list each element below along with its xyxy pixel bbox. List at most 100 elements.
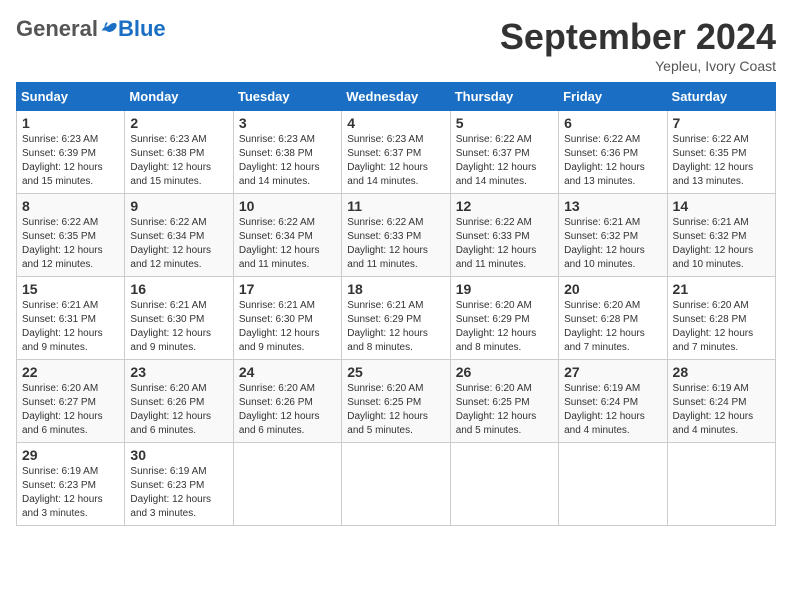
- day-info: Sunrise: 6:21 AMSunset: 6:32 PMDaylight:…: [673, 216, 770, 272]
- calendar-cell: 15 Sunrise: 6:21 AMSunset: 6:31 PMDayligh…: [17, 277, 125, 360]
- day-info: Sunrise: 6:21 AMSunset: 6:30 PMDaylight:…: [239, 299, 336, 355]
- day-number: 17: [239, 281, 336, 297]
- day-info: Sunrise: 6:20 AMSunset: 6:26 PMDaylight:…: [130, 382, 227, 438]
- logo-blue-text: Blue: [118, 16, 166, 42]
- calendar-cell: 19 Sunrise: 6:20 AMSunset: 6:29 PMDayligh…: [450, 277, 558, 360]
- day-info: Sunrise: 6:19 AMSunset: 6:23 PMDaylight:…: [22, 465, 119, 521]
- calendar-table: SundayMondayTuesdayWednesdayThursdayFrid…: [16, 82, 776, 526]
- logo: General Blue: [16, 16, 166, 42]
- day-info: Sunrise: 6:20 AMSunset: 6:28 PMDaylight:…: [673, 299, 770, 355]
- day-number: 23: [130, 364, 227, 380]
- day-number: 12: [456, 198, 553, 214]
- day-info: Sunrise: 6:19 AMSunset: 6:23 PMDaylight:…: [130, 465, 227, 521]
- day-number: 14: [673, 198, 770, 214]
- day-info: Sunrise: 6:21 AMSunset: 6:32 PMDaylight:…: [564, 216, 661, 272]
- day-number: 7: [673, 115, 770, 131]
- day-info: Sunrise: 6:20 AMSunset: 6:26 PMDaylight:…: [239, 382, 336, 438]
- calendar-week-row: 15 Sunrise: 6:21 AMSunset: 6:31 PMDayligh…: [17, 277, 776, 360]
- calendar-cell: [450, 443, 558, 526]
- calendar-cell: 6 Sunrise: 6:22 AMSunset: 6:36 PMDaylight…: [559, 111, 667, 194]
- day-info: Sunrise: 6:22 AMSunset: 6:33 PMDaylight:…: [456, 216, 553, 272]
- calendar-cell: 1 Sunrise: 6:23 AMSunset: 6:39 PMDaylight…: [17, 111, 125, 194]
- calendar-cell: 27Sunrise: 6:19 AMSunset: 6:24 PMDayligh…: [559, 360, 667, 443]
- logo-general-text: General: [16, 16, 98, 42]
- calendar-cell: 18 Sunrise: 6:21 AMSunset: 6:29 PMDayligh…: [342, 277, 450, 360]
- calendar-cell: 10 Sunrise: 6:22 AMSunset: 6:34 PMDayligh…: [233, 194, 341, 277]
- calendar-week-row: 29 Sunrise: 6:19 AMSunset: 6:23 PMDayligh…: [17, 443, 776, 526]
- calendar-week-row: 22 Sunrise: 6:20 AMSunset: 6:27 PMDayligh…: [17, 360, 776, 443]
- day-info: Sunrise: 6:22 AMSunset: 6:35 PMDaylight:…: [673, 133, 770, 189]
- calendar-cell: [667, 443, 775, 526]
- day-number: 5: [456, 115, 553, 131]
- day-number: 22: [22, 364, 119, 380]
- location-text: Yepleu, Ivory Coast: [500, 58, 776, 74]
- calendar-cell: 22 Sunrise: 6:20 AMSunset: 6:27 PMDayligh…: [17, 360, 125, 443]
- day-number: 2: [130, 115, 227, 131]
- calendar-header-sunday: Sunday: [17, 83, 125, 111]
- day-number: 30: [130, 447, 227, 463]
- logo-bird-icon: [100, 20, 118, 38]
- day-info: Sunrise: 6:22 AMSunset: 6:34 PMDaylight:…: [239, 216, 336, 272]
- calendar-cell: [559, 443, 667, 526]
- day-info: Sunrise: 6:22 AMSunset: 6:36 PMDaylight:…: [564, 133, 661, 189]
- calendar-header-friday: Friday: [559, 83, 667, 111]
- day-info: Sunrise: 6:23 AMSunset: 6:39 PMDaylight:…: [22, 133, 119, 189]
- calendar-header-wednesday: Wednesday: [342, 83, 450, 111]
- day-info: Sunrise: 6:23 AMSunset: 6:38 PMDaylight:…: [130, 133, 227, 189]
- day-info: Sunrise: 6:20 AMSunset: 6:28 PMDaylight:…: [564, 299, 661, 355]
- calendar-cell: [233, 443, 341, 526]
- calendar-cell: 21 Sunrise: 6:20 AMSunset: 6:28 PMDayligh…: [667, 277, 775, 360]
- calendar-week-row: 8 Sunrise: 6:22 AMSunset: 6:35 PMDaylight…: [17, 194, 776, 277]
- day-number: 3: [239, 115, 336, 131]
- day-info: Sunrise: 6:19 AMSunset: 6:24 PMDaylight:…: [564, 382, 661, 438]
- calendar-header-saturday: Saturday: [667, 83, 775, 111]
- calendar-cell: 2 Sunrise: 6:23 AMSunset: 6:38 PMDaylight…: [125, 111, 233, 194]
- calendar-cell: 29 Sunrise: 6:19 AMSunset: 6:23 PMDayligh…: [17, 443, 125, 526]
- calendar-cell: 14 Sunrise: 6:21 AMSunset: 6:32 PMDayligh…: [667, 194, 775, 277]
- day-info: Sunrise: 6:21 AMSunset: 6:31 PMDaylight:…: [22, 299, 119, 355]
- day-number: 28: [673, 364, 770, 380]
- calendar-cell: 3 Sunrise: 6:23 AMSunset: 6:38 PMDaylight…: [233, 111, 341, 194]
- day-info: Sunrise: 6:20 AMSunset: 6:25 PMDaylight:…: [347, 382, 444, 438]
- month-title: September 2024: [500, 16, 776, 58]
- calendar-cell: 12 Sunrise: 6:22 AMSunset: 6:33 PMDayligh…: [450, 194, 558, 277]
- day-info: Sunrise: 6:21 AMSunset: 6:29 PMDaylight:…: [347, 299, 444, 355]
- day-info: Sunrise: 6:22 AMSunset: 6:35 PMDaylight:…: [22, 216, 119, 272]
- calendar-cell: 28Sunrise: 6:19 AMSunset: 6:24 PMDayligh…: [667, 360, 775, 443]
- day-info: Sunrise: 6:23 AMSunset: 6:38 PMDaylight:…: [239, 133, 336, 189]
- calendar-cell: 25 Sunrise: 6:20 AMSunset: 6:25 PMDayligh…: [342, 360, 450, 443]
- day-number: 20: [564, 281, 661, 297]
- calendar-cell: [342, 443, 450, 526]
- calendar-cell: 5 Sunrise: 6:22 AMSunset: 6:37 PMDaylight…: [450, 111, 558, 194]
- calendar-header-tuesday: Tuesday: [233, 83, 341, 111]
- calendar-cell: 4Sunrise: 6:23 AMSunset: 6:37 PMDaylight…: [342, 111, 450, 194]
- calendar-cell: 8 Sunrise: 6:22 AMSunset: 6:35 PMDaylight…: [17, 194, 125, 277]
- calendar-cell: 11 Sunrise: 6:22 AMSunset: 6:33 PMDayligh…: [342, 194, 450, 277]
- day-number: 25: [347, 364, 444, 380]
- day-info: Sunrise: 6:22 AMSunset: 6:34 PMDaylight:…: [130, 216, 227, 272]
- day-number: 19: [456, 281, 553, 297]
- page-header: General Blue September 2024 Yepleu, Ivor…: [16, 16, 776, 74]
- day-number: 29: [22, 447, 119, 463]
- day-number: 21: [673, 281, 770, 297]
- day-info: Sunrise: 6:20 AMSunset: 6:25 PMDaylight:…: [456, 382, 553, 438]
- day-number: 6: [564, 115, 661, 131]
- day-number: 1: [22, 115, 119, 131]
- day-info: Sunrise: 6:22 AMSunset: 6:33 PMDaylight:…: [347, 216, 444, 272]
- calendar-cell: 7 Sunrise: 6:22 AMSunset: 6:35 PMDaylight…: [667, 111, 775, 194]
- day-number: 13: [564, 198, 661, 214]
- calendar-cell: 16Sunrise: 6:21 AMSunset: 6:30 PMDayligh…: [125, 277, 233, 360]
- day-number: 10: [239, 198, 336, 214]
- calendar-cell: 26Sunrise: 6:20 AMSunset: 6:25 PMDayligh…: [450, 360, 558, 443]
- calendar-week-row: 1 Sunrise: 6:23 AMSunset: 6:39 PMDaylight…: [17, 111, 776, 194]
- calendar-cell: 23 Sunrise: 6:20 AMSunset: 6:26 PMDayligh…: [125, 360, 233, 443]
- day-info: Sunrise: 6:20 AMSunset: 6:27 PMDaylight:…: [22, 382, 119, 438]
- day-info: Sunrise: 6:20 AMSunset: 6:29 PMDaylight:…: [456, 299, 553, 355]
- day-number: 18: [347, 281, 444, 297]
- day-number: 11: [347, 198, 444, 214]
- calendar-header-monday: Monday: [125, 83, 233, 111]
- day-number: 8: [22, 198, 119, 214]
- day-number: 15: [22, 281, 119, 297]
- day-info: Sunrise: 6:22 AMSunset: 6:37 PMDaylight:…: [456, 133, 553, 189]
- calendar-header-thursday: Thursday: [450, 83, 558, 111]
